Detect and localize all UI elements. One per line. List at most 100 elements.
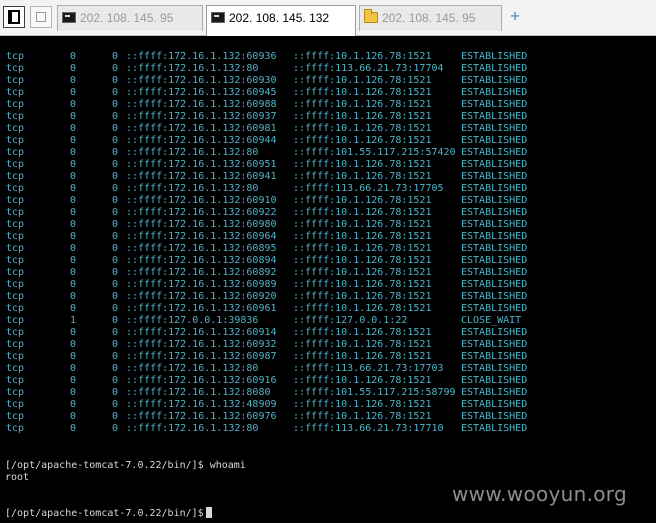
- tab-session-2-active[interactable]: 202. 108. 145. 132: [206, 5, 356, 36]
- send-q-cell: 0: [112, 315, 119, 326]
- send-q-cell: 0: [112, 183, 119, 194]
- proto-cell: tcp: [6, 255, 25, 266]
- local-address-cell: ::ffff:172.16.1.132:60916: [126, 375, 277, 386]
- local-address-cell: ::ffff:172.16.1.132:60932: [126, 339, 277, 350]
- proto-cell: tcp: [6, 267, 25, 278]
- recv-q-cell: 0: [70, 195, 77, 206]
- proto-cell: tcp: [6, 219, 25, 230]
- foreign-address-cell: ::ffff:113.66.21.73:17710: [293, 423, 444, 434]
- state-cell: ESTABLISHED: [461, 231, 528, 242]
- foreign-address-cell: ::ffff:10.1.126.78:1521: [293, 375, 432, 386]
- proto-cell: tcp: [6, 51, 25, 62]
- connection-row: tcp 0 0::ffff:172.16.1.132:60936::ffff:10.…: [0, 51, 656, 63]
- foreign-address-cell: ::ffff:10.1.126.78:1521: [293, 75, 432, 86]
- local-address-cell: ::ffff:172.16.1.132:60941: [126, 171, 277, 182]
- connection-row: tcp 0 0::ffff:172.16.1.132:60932::ffff:10.…: [0, 339, 656, 351]
- proto-cell: tcp: [6, 99, 25, 110]
- send-q-cell: 0: [112, 123, 119, 134]
- layout-toggle-button[interactable]: [3, 6, 25, 28]
- state-cell: ESTABLISHED: [461, 351, 528, 362]
- terminal-output[interactable]: tcp 0 0::ffff:172.16.1.132:60936::ffff:10.…: [0, 36, 656, 523]
- proto-cell: tcp: [6, 63, 25, 74]
- local-address-cell: ::ffff:172.16.1.132:60988: [126, 99, 277, 110]
- connection-row: tcp 0 0::ffff:172.16.1.132:60914::ffff:10.…: [0, 327, 656, 339]
- foreign-address-cell: ::ffff:10.1.126.78:1521: [293, 303, 432, 314]
- foreign-address-cell: ::ffff:10.1.126.78:1521: [293, 243, 432, 254]
- terminal-icon: [211, 12, 225, 23]
- recv-q-cell: 0: [70, 339, 77, 350]
- recv-q-cell: 0: [70, 243, 77, 254]
- tab-sftp-session[interactable]: 202. 108. 145. 95: [359, 5, 502, 31]
- state-cell: ESTABLISHED: [461, 135, 528, 146]
- tab-session-1[interactable]: 202. 108. 145. 95: [57, 5, 203, 31]
- local-address-cell: ::ffff:172.16.1.132:60961: [126, 303, 277, 314]
- tab-label: 202. 108. 145. 95: [382, 11, 476, 25]
- tab-label: 202. 108. 145. 95: [80, 11, 174, 25]
- send-q-cell: 0: [112, 279, 119, 290]
- connection-row: tcp 0 0::ffff:172.16.1.132:8080::ffff:101.…: [0, 387, 656, 399]
- folder-icon: [364, 9, 378, 23]
- local-address-cell: ::ffff:172.16.1.132:60894: [126, 255, 277, 266]
- local-address-cell: ::ffff:172.16.1.132:80: [126, 423, 259, 434]
- state-cell: ESTABLISHED: [461, 291, 528, 302]
- foreign-address-cell: ::ffff:10.1.126.78:1521: [293, 231, 432, 242]
- local-address-cell: ::ffff:172.16.1.132:60944: [126, 135, 277, 146]
- connection-row: tcp 0 0::ffff:172.16.1.132:60930::ffff:10.…: [0, 75, 656, 87]
- foreign-address-cell: ::ffff:10.1.126.78:1521: [293, 255, 432, 266]
- window-icon: [36, 12, 46, 22]
- connection-row: tcp 0 0::ffff:172.16.1.132:80::ffff:113.66…: [0, 183, 656, 195]
- connection-row: tcp 0 0::ffff:172.16.1.132:60941::ffff:10.…: [0, 171, 656, 183]
- proto-cell: tcp: [6, 243, 25, 254]
- recv-q-cell: 0: [70, 387, 77, 398]
- send-q-cell: 0: [112, 99, 119, 110]
- state-cell: ESTABLISHED: [461, 219, 528, 230]
- foreign-address-cell: ::ffff:10.1.126.78:1521: [293, 399, 432, 410]
- state-cell: ESTABLISHED: [461, 387, 528, 398]
- shell-prompt-current[interactable]: [/opt/apache-tomcat-7.0.22/bin/]$: [5, 507, 212, 519]
- proto-cell: tcp: [6, 351, 25, 362]
- state-cell: ESTABLISHED: [461, 375, 528, 386]
- foreign-address-cell: ::ffff:10.1.126.78:1521: [293, 159, 432, 170]
- foreign-address-cell: ::ffff:10.1.126.78:1521: [293, 51, 432, 62]
- text-cursor: [205, 507, 212, 518]
- proto-cell: tcp: [6, 135, 25, 146]
- connection-row: tcp 0 0::ffff:172.16.1.132:60944::ffff:10.…: [0, 135, 656, 147]
- state-cell: ESTABLISHED: [461, 327, 528, 338]
- local-address-cell: ::ffff:172.16.1.132:60936: [126, 51, 277, 62]
- state-cell: ESTABLISHED: [461, 279, 528, 290]
- state-cell: ESTABLISHED: [461, 99, 528, 110]
- recv-q-cell: 0: [70, 51, 77, 62]
- state-cell: ESTABLISHED: [461, 183, 528, 194]
- watermark: www.wooyun.org: [452, 482, 627, 506]
- send-q-cell: 0: [112, 255, 119, 266]
- send-q-cell: 0: [112, 63, 119, 74]
- proto-cell: tcp: [6, 279, 25, 290]
- foreign-address-cell: ::ffff:10.1.126.78:1521: [293, 123, 432, 134]
- local-address-cell: ::ffff:172.16.1.132:60892: [126, 267, 277, 278]
- local-address-cell: ::ffff:172.16.1.132:60987: [126, 351, 277, 362]
- connection-row: tcp 0 0::ffff:172.16.1.132:60951::ffff:10.…: [0, 159, 656, 171]
- connection-row: tcp 0 0::ffff:172.16.1.132:60981::ffff:10.…: [0, 123, 656, 135]
- foreign-address-cell: ::ffff:10.1.126.78:1521: [293, 291, 432, 302]
- send-q-cell: 0: [112, 351, 119, 362]
- state-cell: ESTABLISHED: [461, 255, 528, 266]
- recv-q-cell: 0: [70, 351, 77, 362]
- recv-q-cell: 0: [70, 123, 77, 134]
- send-q-cell: 0: [112, 387, 119, 398]
- connection-row: tcp 0 0::ffff:172.16.1.132:60892::ffff:10.…: [0, 267, 656, 279]
- connection-row: tcp 0 0::ffff:172.16.1.132:60989::ffff:10.…: [0, 279, 656, 291]
- send-q-cell: 0: [112, 75, 119, 86]
- send-q-cell: 0: [112, 267, 119, 278]
- add-tab-button[interactable]: +: [507, 7, 523, 27]
- state-cell: ESTABLISHED: [461, 363, 528, 374]
- proto-cell: tcp: [6, 111, 25, 122]
- recv-q-cell: 0: [70, 75, 77, 86]
- local-address-cell: ::ffff:172.16.1.132:60922: [126, 207, 277, 218]
- local-address-cell: ::ffff:172.16.1.132:60981: [126, 123, 277, 134]
- proto-cell: tcp: [6, 123, 25, 134]
- foreign-address-cell: ::ffff:10.1.126.78:1521: [293, 87, 432, 98]
- connection-row: tcp 0 0::ffff:172.16.1.132:60922::ffff:10.…: [0, 207, 656, 219]
- state-cell: ESTABLISHED: [461, 147, 528, 158]
- new-window-button[interactable]: [30, 6, 52, 28]
- recv-q-cell: 0: [70, 207, 77, 218]
